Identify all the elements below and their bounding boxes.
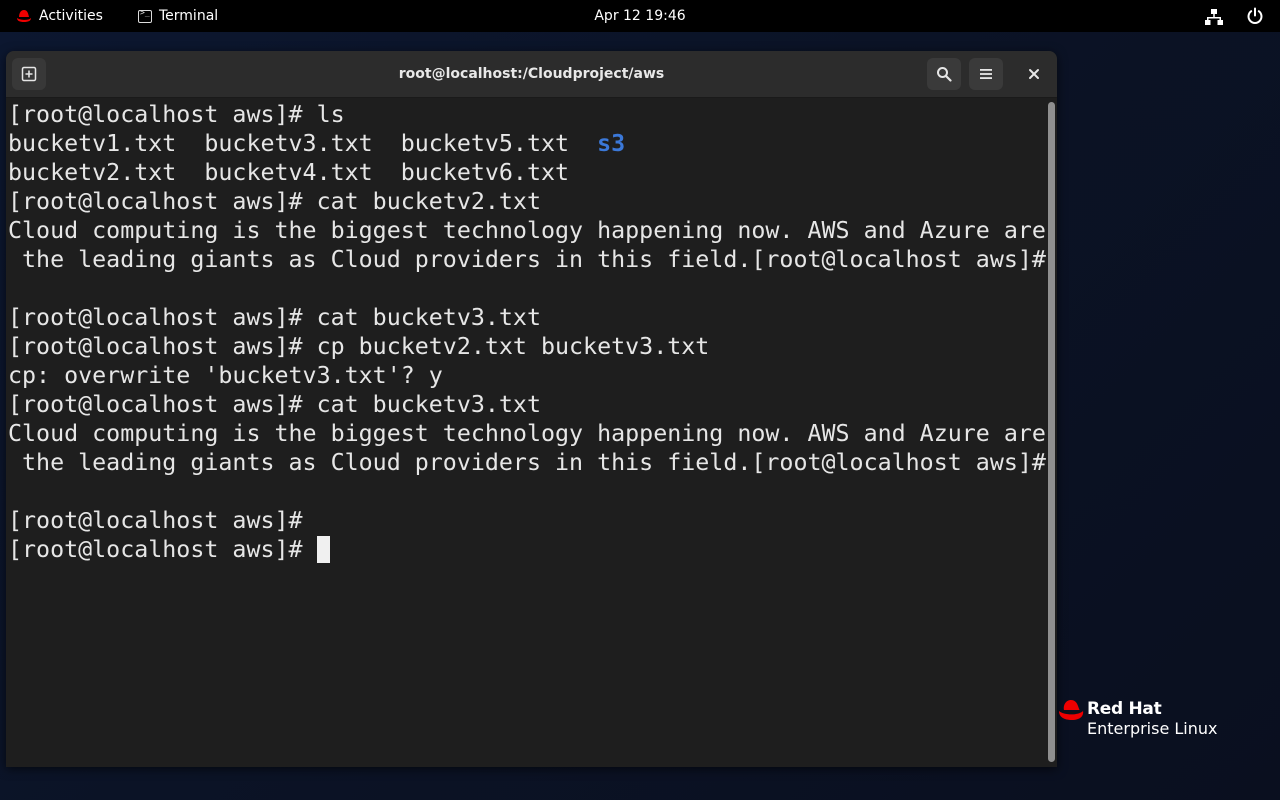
hamburger-menu-icon [980, 69, 992, 79]
terminal-window: root@localhost:/Cloudproject/aws [root@l… [6, 51, 1057, 767]
redhat-icon [17, 10, 31, 22]
header-bar: root@localhost:/Cloudproject/aws [6, 51, 1057, 98]
menu-button[interactable] [969, 58, 1003, 90]
terminal-line: [root@localhost aws]# cat bucketv3.txt [8, 304, 541, 331]
terminal-line: [root@localhost aws]# cat bucketv2.txt [8, 188, 541, 215]
terminal-line: Cloud computing is the biggest technolog… [8, 420, 1046, 447]
scrollbar-thumb[interactable] [1048, 102, 1055, 762]
terminal-line: cp: overwrite 'bucketv3.txt'? y [8, 362, 443, 389]
terminal-icon [138, 8, 152, 23]
window-title-container: root@localhost:/Cloudproject/aws [6, 51, 1057, 97]
scrollbar[interactable] [1046, 98, 1057, 767]
app-menu-terminal[interactable]: Terminal [138, 0, 218, 32]
terminal-line: the leading giants as Cloud providers in… [8, 246, 1046, 273]
close-icon [1029, 69, 1039, 79]
terminal-line: Cloud computing is the biggest technolog… [8, 217, 1046, 244]
terminal-line: the leading giants as Cloud providers in… [8, 449, 1046, 476]
prompt: [root@localhost aws]# [8, 536, 317, 563]
terminal-prompt-line: [root@localhost aws]# [8, 535, 1046, 564]
power-icon[interactable] [1246, 7, 1264, 25]
search-button[interactable] [927, 58, 961, 90]
terminal-output[interactable]: [root@localhost aws]# ls bucketv1.txt bu… [6, 98, 1046, 767]
terminal-line: [root@localhost aws]# cp bucketv2.txt bu… [8, 333, 710, 360]
clock[interactable]: Apr 12 19:46 [594, 8, 685, 24]
activities-label: Activities [39, 8, 103, 24]
activities-button[interactable]: Activities [16, 0, 103, 32]
text-cursor [316, 536, 330, 563]
directory-entry: s3 [597, 130, 626, 157]
file-list: bucketv1.txt bucketv3.txt bucketv5.txt [8, 130, 598, 157]
terminal-line: [root@localhost aws]# cat bucketv3.txt [8, 391, 541, 418]
search-icon [937, 67, 952, 82]
redhat-logo-icon [1059, 700, 1084, 720]
new-tab-icon [21, 66, 37, 82]
top-bar: Activities Terminal Apr 12 19:46 [0, 0, 1280, 32]
terminal-line: [root@localhost aws]# ls [8, 101, 345, 128]
terminal-line: [root@localhost aws]# [8, 507, 303, 534]
close-button[interactable] [1017, 58, 1051, 90]
terminal-line: bucketv1.txt bucketv3.txt bucketv5.txt s… [8, 129, 1046, 158]
app-menu-label: Terminal [159, 8, 219, 24]
network-icon[interactable] [1205, 8, 1223, 26]
new-tab-button[interactable] [12, 58, 46, 90]
redhat-logo: Red Hat Enterprise Linux [1058, 697, 1258, 741]
logo-line-1: Red Hat [1087, 699, 1162, 719]
window-title: root@localhost:/Cloudproject/aws [398, 66, 665, 82]
logo-line-2: Enterprise Linux [1087, 719, 1218, 738]
terminal-line: bucketv2.txt bucketv4.txt bucketv6.txt [8, 159, 570, 186]
